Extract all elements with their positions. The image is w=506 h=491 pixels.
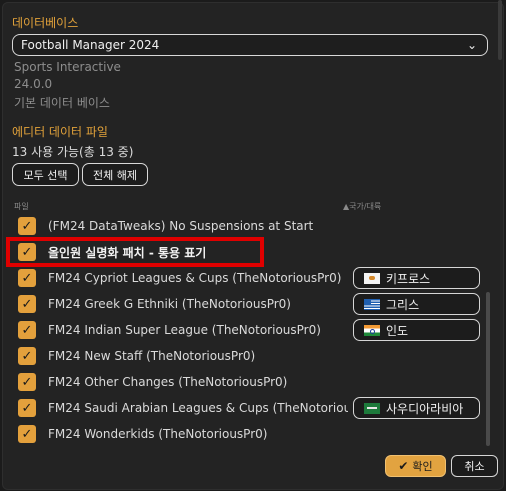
file-label: FM24 New Staff (TheNotoriousPr0) bbox=[48, 349, 256, 363]
ok-button[interactable]: ✔ 확인 bbox=[385, 455, 446, 477]
file-checkbox[interactable]: ✓ bbox=[18, 321, 36, 339]
file-label: (FM24 DataTweaks) No Suspensions at Star… bbox=[48, 219, 314, 233]
file-row[interactable]: ✓ FM24 New Staff (TheNotoriousPr0) bbox=[12, 343, 480, 369]
database-select[interactable]: Football Manager 2024 ⌄ bbox=[12, 34, 488, 56]
database-description: 기본 데이터 베이스 bbox=[14, 96, 110, 110]
file-checkbox[interactable]: ✓ bbox=[18, 373, 36, 391]
country-selector[interactable]: 키프로스 bbox=[353, 267, 480, 289]
available-count: 13 사용 가능(총 13 중) bbox=[12, 145, 134, 159]
country-label: 사우디아라비아 bbox=[386, 401, 464, 416]
database-select-value: Football Manager 2024 bbox=[21, 38, 160, 52]
column-header-country[interactable]: ▲국가/대륙 bbox=[343, 201, 381, 212]
file-label: FM24 Saudi Arabian Leagues & Cups (TheNo… bbox=[48, 401, 348, 415]
saudi-arabia-flag-icon bbox=[364, 402, 380, 414]
chevron-down-icon: ⌄ bbox=[466, 38, 477, 52]
file-row[interactable]: ✓ (FM24 DataTweaks) No Suspensions at Sta… bbox=[12, 213, 480, 239]
database-section-title: 데이터베이스 bbox=[12, 16, 79, 30]
database-publisher: Sports Interactive bbox=[14, 60, 121, 74]
select-all-button[interactable]: 모두 선택 bbox=[12, 163, 79, 186]
list-scrollbar[interactable] bbox=[486, 292, 490, 446]
check-icon: ✔ bbox=[398, 459, 409, 473]
file-label: FM24 Cypriot Leagues & Cups (TheNotoriou… bbox=[48, 271, 342, 285]
file-row[interactable]: ✓ FM24 Wonderkids (TheNotoriousPr0) bbox=[12, 421, 480, 447]
country-selector[interactable]: 그리스 bbox=[353, 293, 480, 315]
greece-flag-icon bbox=[364, 298, 380, 310]
ok-label: 확인 bbox=[412, 460, 433, 473]
file-checkbox[interactable]: ✓ bbox=[18, 425, 36, 443]
column-header-file[interactable]: 파일 bbox=[14, 201, 29, 212]
file-checkbox[interactable]: ✓ bbox=[18, 399, 36, 417]
file-checkbox[interactable]: ✓ bbox=[18, 347, 36, 365]
file-checkbox[interactable]: ✓ bbox=[18, 295, 36, 313]
highlight-box bbox=[6, 237, 264, 267]
india-flag-icon bbox=[364, 324, 380, 336]
file-checkbox[interactable]: ✓ bbox=[18, 217, 36, 235]
file-label: FM24 Indian Super League (TheNotoriousPr… bbox=[48, 323, 321, 337]
file-checkbox[interactable]: ✓ bbox=[18, 269, 36, 287]
editor-files-section-title: 에디터 데이터 파일 bbox=[12, 125, 108, 139]
file-label: FM24 Greek G Ethniki (TheNotoriousPr0) bbox=[48, 297, 291, 311]
cyprus-flag-icon bbox=[364, 272, 380, 284]
file-row[interactable]: ✓ FM24 Other Changes (TheNotoriousPr0) bbox=[12, 369, 480, 395]
country-label: 그리스 bbox=[386, 297, 420, 312]
deselect-all-button[interactable]: 전체 해제 bbox=[82, 163, 148, 186]
cancel-button[interactable]: 취소 bbox=[451, 455, 498, 477]
country-selector[interactable]: 인도 bbox=[353, 319, 480, 341]
database-version: 24.0.0 bbox=[14, 77, 53, 91]
country-selector[interactable]: 사우디아라비아 bbox=[353, 397, 480, 419]
country-label: 키프로스 bbox=[386, 271, 431, 286]
top-scrollbar[interactable] bbox=[498, 0, 502, 60]
country-label: 인도 bbox=[386, 323, 409, 338]
file-label: FM24 Other Changes (TheNotoriousPr0) bbox=[48, 375, 288, 389]
file-label: FM24 Wonderkids (TheNotoriousPr0) bbox=[48, 427, 268, 441]
